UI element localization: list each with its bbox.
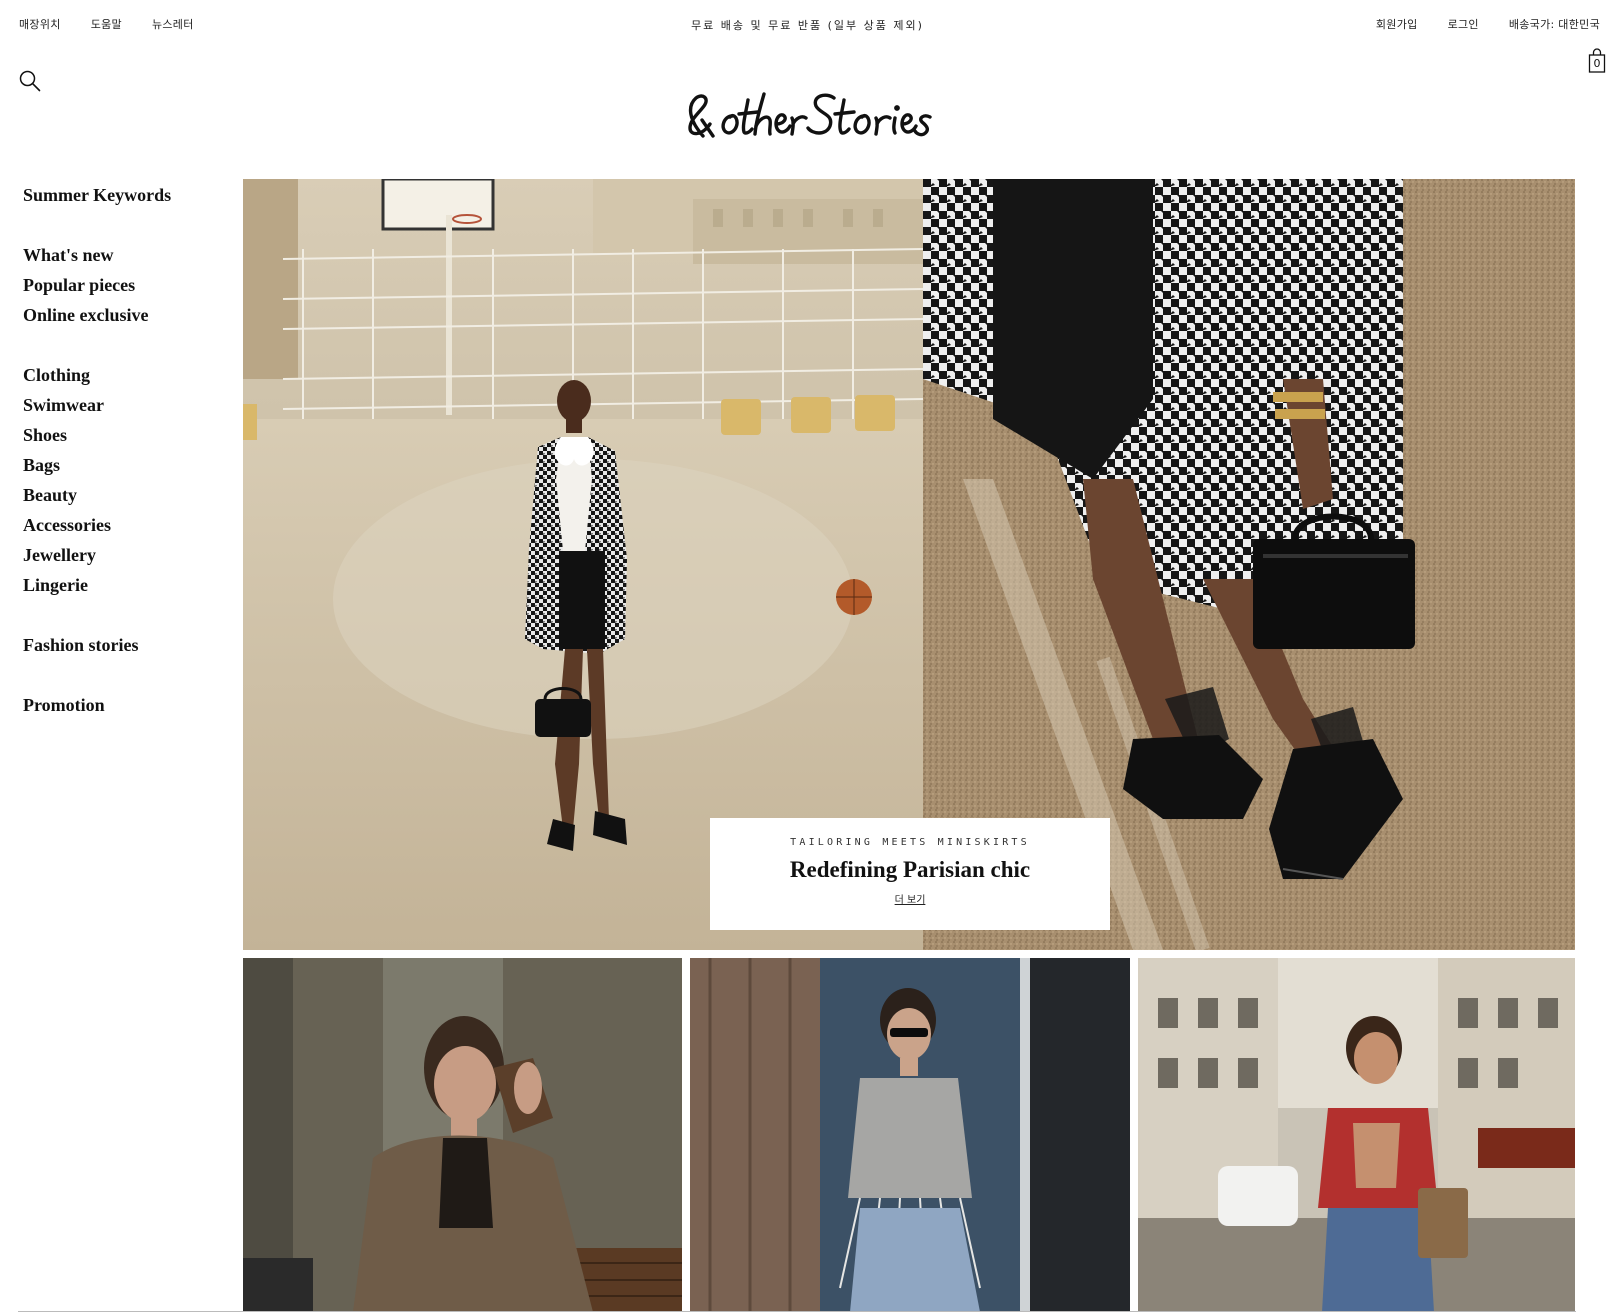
shipping-country-selector[interactable]: 배송국가: 대한민국 (1509, 16, 1600, 32)
nav-group-stories: Fashion stories (23, 630, 233, 660)
nav-promotion[interactable]: Promotion (23, 690, 233, 720)
nav-group-highlights: What's new Popular pieces Online exclusi… (23, 240, 233, 330)
nav-beauty[interactable]: Beauty (23, 480, 233, 510)
nav-popular-pieces[interactable]: Popular pieces (23, 270, 233, 300)
nav-lingerie[interactable]: Lingerie (23, 570, 233, 600)
shopping-bag-icon[interactable]: 0 (1587, 48, 1607, 74)
story-tile-2[interactable] (690, 958, 1130, 1312)
cart-count: 0 (1593, 57, 1601, 70)
sign-up-link[interactable]: 회원가입 (1376, 16, 1418, 32)
nav-jewellery[interactable]: Jewellery (23, 540, 233, 570)
hero-title: Redefining Parisian chic (789, 857, 1031, 882)
nav-swimwear[interactable]: Swimwear (23, 390, 233, 420)
login-link[interactable]: 로그인 (1448, 16, 1479, 32)
category-sidebar: Summer Keywords What's new Popular piece… (23, 180, 233, 750)
nav-fashion-stories[interactable]: Fashion stories (23, 630, 233, 660)
promo-banner: 무료 배송 및 무료 반품 (일부 상품 제외) (0, 16, 1615, 34)
tile-image-sequin-top (690, 958, 1130, 1312)
free-shipping-text: 무료 배송 및 무료 반품 (일부 상품 제외) (691, 19, 924, 32)
nav-online-exclusive[interactable]: Online exclusive (23, 300, 233, 330)
search-icon[interactable] (18, 69, 42, 93)
nav-group-categories: Clothing Swimwear Shoes Bags Beauty Acce… (23, 360, 233, 600)
tile-image-paris-street (1138, 958, 1575, 1312)
nav-summer-keywords[interactable]: Summer Keywords (23, 180, 233, 210)
story-tile-1[interactable] (243, 958, 682, 1312)
hero-caption-card: TAILORING MEETS MINISKIRTS Redefining Pa… (710, 818, 1110, 930)
nav-whats-new[interactable]: What's new (23, 240, 233, 270)
nav-bags[interactable]: Bags (23, 450, 233, 480)
nav-clothing[interactable]: Clothing (23, 360, 233, 390)
nav-accessories[interactable]: Accessories (23, 510, 233, 540)
hero-eyebrow: TAILORING MEETS MINISKIRTS (790, 837, 1030, 848)
story-tile-3[interactable] (1138, 958, 1575, 1312)
tile-image-phone-call (243, 958, 682, 1312)
top-utility-bar: 매장위치 도움말 뉴스레터 무료 배송 및 무료 반품 (일부 상품 제외) 회… (0, 0, 1615, 48)
nav-group-summer: Summer Keywords (23, 180, 233, 210)
nav-shoes[interactable]: Shoes (23, 420, 233, 450)
see-more-link[interactable]: 더 보기 (895, 891, 926, 906)
brand-logo[interactable] (684, 84, 940, 146)
nav-group-promotion: Promotion (23, 690, 233, 720)
bottom-divider (18, 1311, 1576, 1312)
top-right-links: 회원가입 로그인 배송국가: 대한민국 (1376, 16, 1600, 32)
